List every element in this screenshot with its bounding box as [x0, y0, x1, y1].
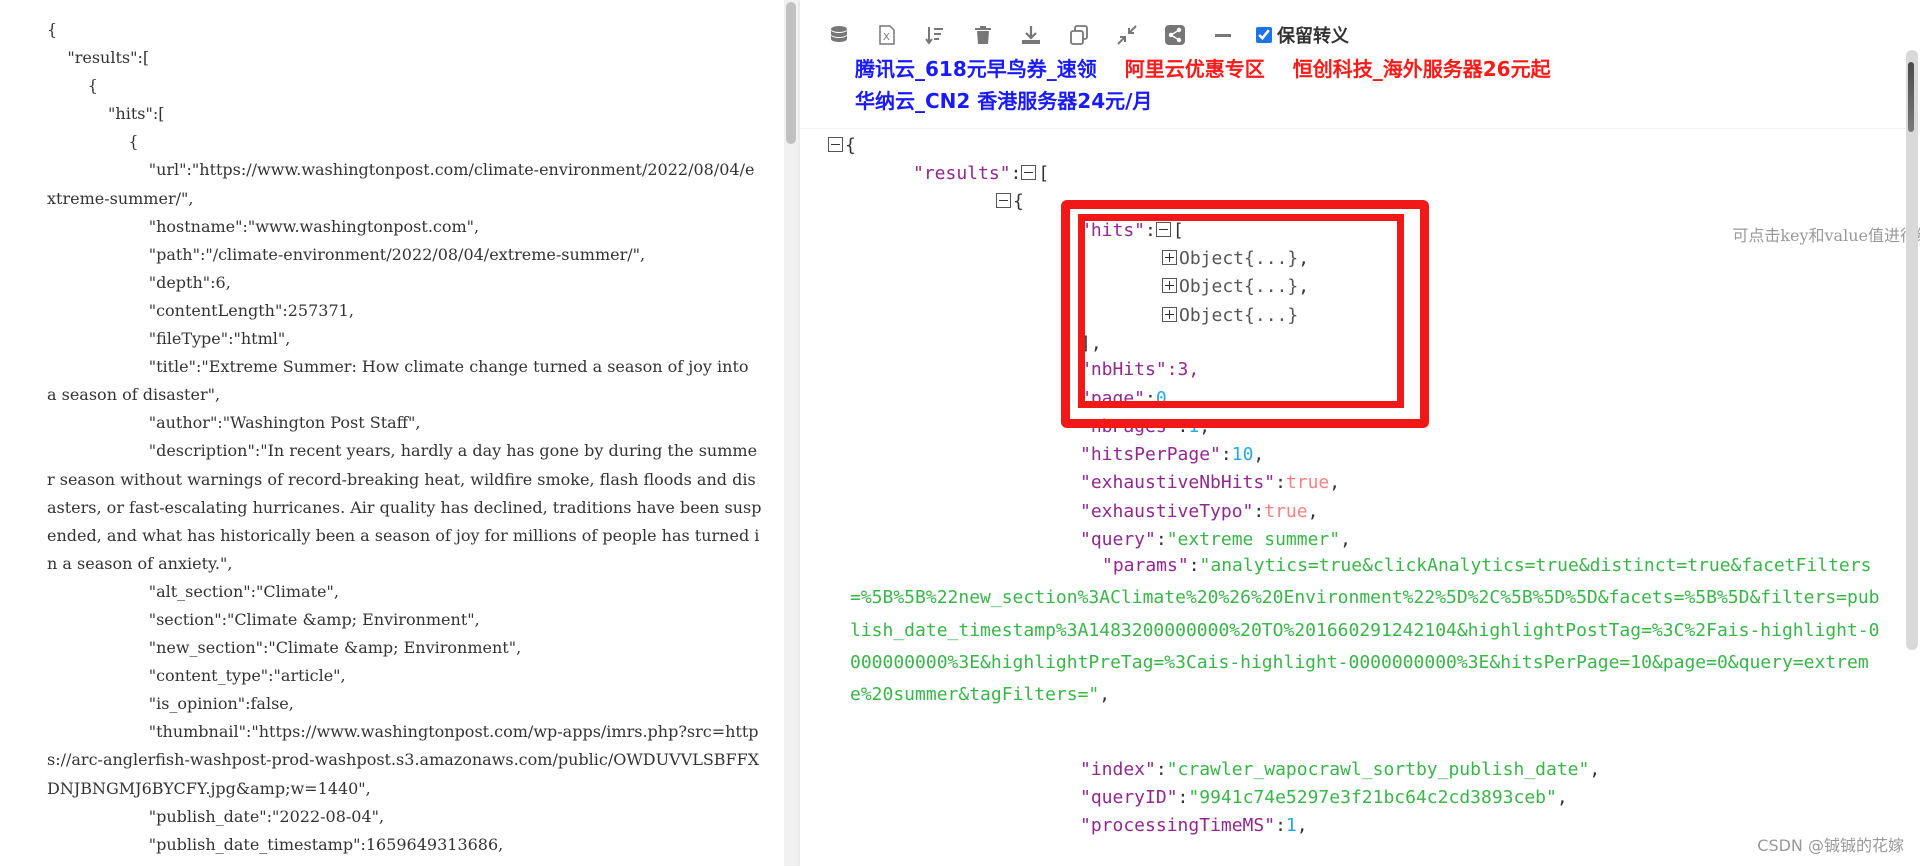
index-value[interactable]: "crawler_wapocrawl_sortby_publish_date"	[1167, 759, 1590, 780]
ad-link-aliyun[interactable]: 阿里云优惠专区	[1125, 57, 1265, 81]
download-icon[interactable]	[1016, 20, 1046, 50]
trash-icon[interactable]	[968, 20, 998, 50]
tree-root-line: {	[828, 131, 856, 161]
tree-params-line: "params":"analytics=true&clickAnalytics=…	[850, 555, 1880, 706]
query-value[interactable]: "extreme summer"	[1167, 529, 1340, 550]
tree-exhaustivenbhits-line: "exhaustiveNbHits":true,	[1080, 472, 1341, 493]
svg-text:X: X	[883, 32, 890, 43]
right-scrollbar-thumb[interactable]	[1906, 50, 1918, 650]
params-value[interactable]: "analytics=true&clickAnalytics=true&dist…	[850, 555, 1880, 705]
processing-value[interactable]: 1	[1286, 815, 1297, 836]
tree-index-line: "index":"crawler_wapocrawl_sortby_publis…	[1080, 759, 1601, 780]
keep-escape-label: 保留转义	[1277, 26, 1349, 47]
collapse-result-object-icon[interactable]	[996, 193, 1011, 208]
processing-key[interactable]: "processingTimeMS"	[1080, 815, 1275, 836]
params-key[interactable]: "params"	[1102, 555, 1189, 576]
sort-icon[interactable]	[920, 20, 950, 50]
exhaustivetypo-value[interactable]: true	[1264, 501, 1307, 522]
tree-processing-line: "processingTimeMS":1,	[1080, 815, 1308, 836]
toolbar: X 保留转义	[824, 18, 1349, 52]
exhaustivetypo-key[interactable]: "exhaustiveTypo"	[1080, 501, 1253, 522]
excel-icon[interactable]: X	[872, 20, 902, 50]
hitsperpage-key[interactable]: "hitsPerPage"	[1080, 444, 1221, 465]
compress-icon[interactable]	[1112, 20, 1142, 50]
highlight-box-inner	[1078, 214, 1404, 408]
collapse-root-icon[interactable]	[828, 137, 843, 152]
ad-links: 腾讯云_618元早鸟券_速领 阿里云优惠专区 恒创科技_海外服务器26元起 华纳云_…	[855, 53, 1579, 117]
index-key[interactable]: "index"	[1080, 759, 1156, 780]
minus-icon[interactable]	[1208, 20, 1238, 50]
json-viewer-pane: X 保留转义 腾讯云_618元早鸟券_速领 阿里云优惠专区 恒创科技_海外服务器26…	[800, 0, 1920, 866]
query-key[interactable]: "query"	[1080, 529, 1156, 550]
queryid-key[interactable]: "queryID"	[1080, 787, 1178, 808]
database-icon[interactable]	[824, 20, 854, 50]
exhaustivenbhits-value[interactable]: true	[1286, 472, 1329, 493]
right-scroll-marker	[1908, 62, 1914, 132]
keep-escape-toggle[interactable]: 保留转义	[1256, 22, 1349, 48]
tree-hitsperpage-line: "hitsPerPage":10,	[1080, 444, 1265, 465]
copy-icon[interactable]	[1064, 20, 1094, 50]
ad-link-tencent[interactable]: 腾讯云_618元早鸟券_速领	[855, 57, 1097, 81]
raw-json-text[interactable]: { "results":[ { "hits":[ { "url":"https:…	[47, 16, 762, 859]
ad-link-huana[interactable]: 华纳云_CN2 香港服务器24元/月	[855, 89, 1152, 113]
watermark: CSDN @铖铖的花嫁	[1757, 836, 1904, 855]
right-scrollbar[interactable]	[1904, 50, 1920, 650]
share-icon[interactable]	[1160, 20, 1190, 50]
tree-result-object-line: {	[996, 187, 1024, 217]
raw-json-pane[interactable]: { "results":[ { "hits":[ { "url":"https:…	[0, 0, 786, 866]
tree-results-line: "results":[	[913, 163, 1050, 184]
ad-link-henchuang[interactable]: 恒创科技_海外服务器26元起	[1293, 57, 1551, 81]
left-scrollbar-thumb[interactable]	[786, 2, 796, 144]
keep-escape-checkbox[interactable]	[1256, 27, 1272, 43]
exhaustivenbhits-key[interactable]: "exhaustiveNbHits"	[1080, 472, 1275, 493]
hitsperpage-value[interactable]: 10	[1232, 444, 1254, 465]
queryid-value[interactable]: "9941c74e5297e3f21bc64c2cd3893ceb"	[1188, 787, 1556, 808]
tree-exhaustivetypo-line: "exhaustiveTypo":true,	[1080, 501, 1319, 522]
tree-queryid-line: "queryID":"9941c74e5297e3f21bc64c2cd3893…	[1080, 787, 1568, 808]
left-scrollbar[interactable]	[784, 0, 798, 866]
results-key[interactable]: "results"	[913, 163, 1011, 184]
collapse-results-icon[interactable]	[1021, 165, 1037, 180]
